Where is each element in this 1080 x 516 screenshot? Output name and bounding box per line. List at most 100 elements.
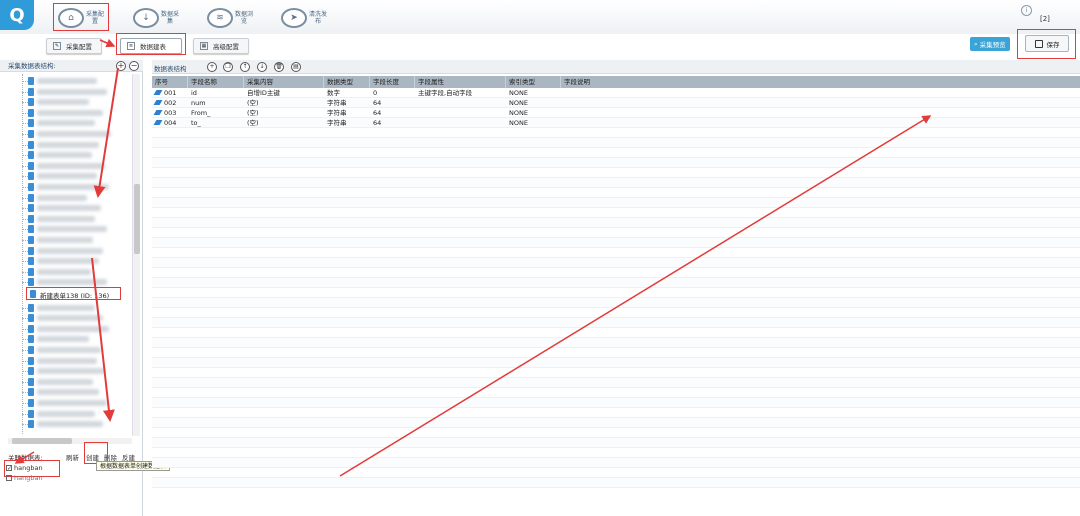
tree-item[interactable] — [22, 409, 130, 419]
table-row — [152, 228, 1080, 238]
tree-item[interactable] — [22, 161, 130, 171]
tree-item[interactable] — [22, 76, 130, 86]
column-header[interactable]: 字段属性 — [415, 76, 506, 88]
nav-data-browse[interactable]: ≋ 数据浏览 — [207, 4, 253, 32]
nav-data-collect[interactable]: ↓ 数据采集 — [133, 4, 179, 32]
tree-item[interactable] — [22, 303, 130, 313]
copy-field-icon[interactable]: ❐ — [223, 62, 233, 72]
delete-field-icon[interactable]: 🗑 — [274, 62, 284, 72]
table-icon — [28, 399, 34, 407]
nav-clean-publish[interactable]: ➤ 清洗发布 — [281, 4, 327, 32]
tree-item-selected[interactable]: 新建表单138 (ID: 136) — [26, 287, 121, 300]
remove-node-button[interactable]: − — [129, 61, 139, 71]
tree-item[interactable] — [22, 377, 130, 387]
redacted-label — [37, 237, 93, 243]
tree-item[interactable] — [22, 214, 130, 224]
table-cell: 自增ID主键 — [244, 88, 280, 98]
refresh-link[interactable]: 刷新 — [66, 452, 79, 462]
tree-item[interactable] — [22, 419, 130, 429]
redacted-label — [37, 78, 97, 84]
tree-item[interactable] — [22, 366, 130, 376]
cell-text: to_ — [191, 119, 201, 127]
table-cell: num — [188, 98, 206, 108]
table-icon — [28, 324, 34, 333]
tree-item[interactable] — [22, 203, 130, 213]
tree-item[interactable] — [22, 398, 130, 408]
add-field-icon[interactable]: + — [207, 62, 217, 72]
column-header[interactable]: 索引类型 — [506, 76, 561, 88]
redacted-label — [37, 226, 107, 233]
properties-icon[interactable]: ▤ — [291, 62, 301, 72]
cell-text: 数字 — [327, 89, 340, 97]
column-header[interactable]: 字段长度 — [370, 76, 415, 88]
table-icon — [28, 119, 34, 128]
tree-item[interactable] — [22, 182, 130, 192]
table-cell: 0 — [370, 88, 377, 98]
table-cell: 64 — [370, 98, 381, 108]
table-icon — [28, 77, 34, 85]
redacted-label — [37, 215, 95, 222]
info-icon[interactable]: i — [1021, 5, 1032, 16]
layers-icon: ≋ — [207, 8, 233, 28]
move-down-icon[interactable]: ↓ — [257, 62, 267, 72]
redacted-label — [37, 194, 87, 201]
subtab-advanced-config[interactable]: ▦ 高级配置 — [193, 38, 249, 54]
related-table-item[interactable]: hangban — [6, 474, 43, 482]
column-header[interactable]: 序号 — [152, 76, 188, 88]
tree-item[interactable] — [22, 97, 130, 107]
add-node-button[interactable]: + — [116, 61, 126, 71]
table-cell: 64 — [370, 108, 381, 118]
tree-item[interactable] — [22, 356, 130, 366]
tree-item[interactable] — [22, 313, 130, 323]
tree-vertical-scrollbar[interactable] — [132, 74, 140, 436]
table-row[interactable]: 001 id 自增ID主键 数字 0 主键字段,自动字段 NONE — [152, 88, 1080, 98]
tree-item[interactable] — [22, 118, 130, 128]
column-header[interactable]: 采集内容 — [244, 76, 324, 88]
table-row[interactable]: 002 num (空) 字符串 64 NONE — [152, 98, 1080, 108]
table-cell: 002 — [152, 98, 176, 108]
table-cell — [561, 88, 564, 98]
tree-item[interactable] — [22, 224, 130, 234]
table-row[interactable]: 004 to_ (空) 字符串 64 NONE — [152, 118, 1080, 128]
tree-item[interactable] — [22, 267, 130, 277]
tree-item[interactable] — [22, 140, 130, 150]
tree-item[interactable] — [22, 334, 130, 344]
column-header[interactable]: 字段说明 — [561, 76, 681, 88]
tree-item[interactable] — [22, 129, 130, 139]
table-row — [152, 338, 1080, 348]
tree-item[interactable] — [22, 345, 130, 355]
tree-item[interactable] — [22, 387, 130, 397]
table-tree[interactable]: 新建表单138 (ID: 136) — [0, 74, 132, 434]
tree-item[interactable] — [22, 256, 130, 266]
tree-item[interactable] — [22, 324, 130, 334]
redacted-label — [37, 368, 105, 375]
preview-button[interactable]: ⌕ 采集预览 — [970, 37, 1010, 51]
table-icon — [28, 214, 34, 223]
tree-item[interactable] — [22, 150, 130, 160]
scroll-thumb[interactable] — [134, 184, 140, 254]
tree-item[interactable] — [22, 277, 130, 287]
table-cell — [561, 98, 564, 108]
tree-item-label: 新建表单138 (ID: 136) — [40, 292, 110, 300]
column-header[interactable]: 字段名称 — [188, 76, 244, 88]
move-up-icon[interactable]: ↑ — [240, 62, 250, 72]
cell-text: NONE — [509, 99, 528, 107]
subtab-collect-config[interactable]: ✎ 采集配置 — [46, 38, 102, 54]
table-row[interactable]: 003 From_ (空) 字符串 64 NONE — [152, 108, 1080, 118]
table-cell: 003 — [152, 108, 176, 118]
checkbox-icon[interactable] — [6, 475, 12, 481]
table-icon — [28, 98, 34, 107]
scroll-thumb[interactable] — [12, 438, 72, 444]
tree-item[interactable] — [22, 193, 130, 203]
tree-item[interactable] — [22, 246, 130, 256]
table-row — [152, 198, 1080, 208]
download-icon: ↓ — [133, 8, 159, 28]
tree-item[interactable] — [22, 108, 130, 118]
tree-item[interactable] — [22, 87, 130, 97]
tree-item[interactable] — [22, 235, 130, 245]
tree-horizontal-scrollbar[interactable] — [8, 438, 132, 444]
tree-item[interactable] — [22, 171, 130, 181]
grid-icon: ▦ — [200, 42, 208, 50]
column-header[interactable]: 数据类型 — [324, 76, 370, 88]
redacted-label — [37, 141, 99, 148]
